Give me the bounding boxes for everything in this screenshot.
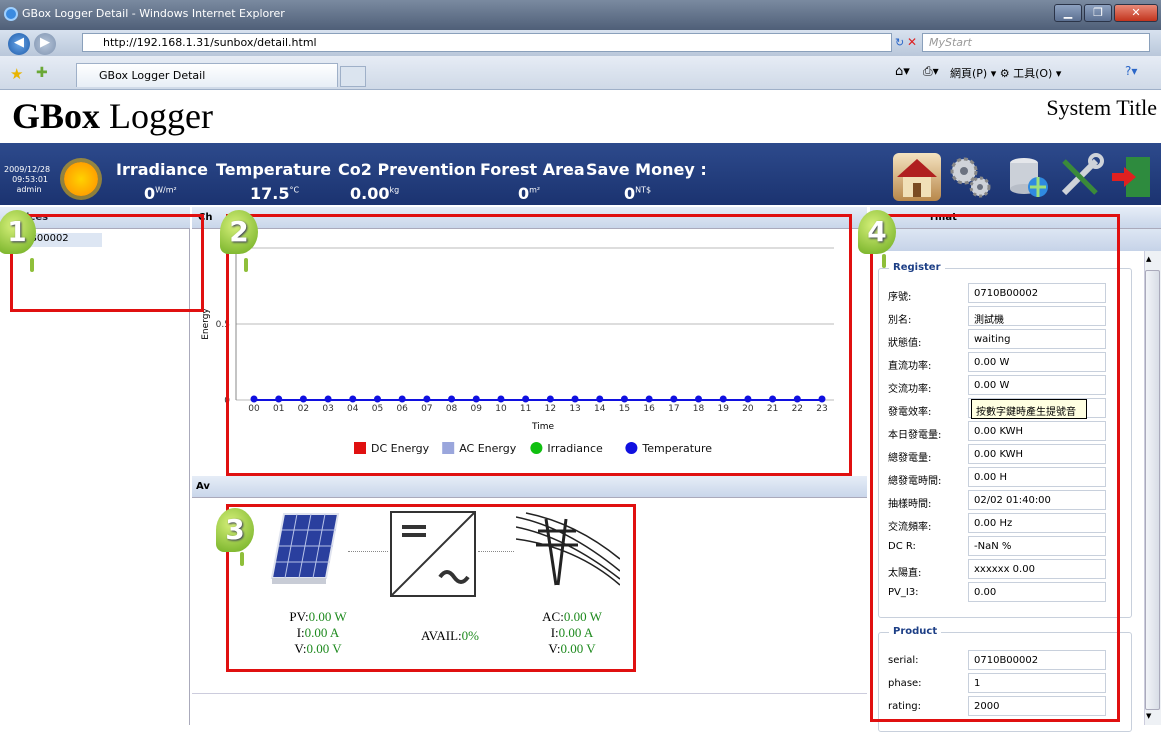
home-icon[interactable]: ⌂▾ [895,64,910,79]
time-text: 09:53:01 [12,175,48,184]
scroll-up-icon[interactable]: ▲ [1146,255,1151,263]
marker-stem-3 [240,552,244,566]
ie-logo-icon [4,7,18,21]
search-input[interactable]: MyStart [922,33,1150,52]
help-icon[interactable]: ?▾ [1125,64,1137,78]
system-title: System Title [1046,95,1157,120]
user-text: admin [16,185,42,194]
metric-value-irradiance: 0W/m² [144,184,177,203]
status-header: 2009/12/28 09:53:01 admin Irradiance 0W/… [0,143,1161,205]
metric-label-forest: Forest Area [480,160,585,179]
minimize-button[interactable]: ▁ [1054,4,1082,22]
back-icon[interactable]: ◀ [8,33,30,55]
database-globe-icon[interactable] [1004,153,1052,201]
tools-icon[interactable] [1056,153,1104,201]
window-title: GBox Logger Detail - Windows Internet Ex… [22,7,285,20]
app-logo: GBox Logger [12,96,213,136]
browser-tab-active[interactable]: GBox Logger Detail [76,63,338,87]
annotation-box-avail [226,504,636,672]
stop-icon[interactable]: ✕ [907,35,917,49]
annotation-box-devices [10,214,204,312]
window-titlebar: GBox Logger Detail - Windows Internet Ex… [0,0,1161,30]
print-icon[interactable]: ⎙▾ [923,64,939,79]
settings-gears-icon[interactable] [946,153,994,201]
tab-bar: ★ ✚ GBox Logger Detail ⌂▾ ⎙▾ 網頁(P) ▾ ⚙ 工… [0,56,1161,90]
page-menu[interactable]: 網頁(P) ▾ ⚙ 工具(O) ▾ [950,65,1061,81]
marker-leaf-2: 2 [220,210,258,254]
new-tab-button[interactable] [340,66,366,87]
address-input[interactable]: http://192.168.1.31/sunbox/detail.html [82,33,892,52]
date-text: 2009/12/28 [4,165,51,174]
scroll-down-icon[interactable]: ▼ [1146,712,1151,720]
scrollbar-thumb[interactable] [1145,270,1160,710]
sun-icon [64,162,98,196]
logout-icon[interactable] [1108,153,1156,201]
marker-leaf-4: 4 [858,210,896,254]
metric-label-money: Save Money : [586,160,707,179]
forward-icon[interactable]: ▶ [34,33,56,55]
close-button[interactable]: ✕ [1114,4,1158,22]
marker-stem-1 [30,258,34,272]
tab-title: GBox Logger Detail [99,69,206,82]
avail-panel-heading: Av [192,476,867,498]
annotation-box-chart [226,214,852,476]
y-axis-label: Energy [201,308,211,340]
restore-button[interactable]: ❐ [1084,4,1112,22]
address-toolbar: ◀ ▶ http://192.168.1.31/sunbox/detail.ht… [0,30,1161,56]
refresh-icon[interactable]: ↻ [895,36,904,49]
datetime: 2009/12/28 09:53:01 admin [4,165,51,195]
metric-label-co2: Co2 Prevention [338,160,477,179]
home-icon[interactable] [893,153,941,201]
favorites-star-icon[interactable]: ★ [10,65,23,83]
annotation-box-info [870,214,1120,722]
metric-label-irradiance: Irradiance [116,160,208,179]
metric-value-money: 0NT$ [624,184,652,203]
add-favorite-icon[interactable]: ✚ [36,65,48,81]
metric-value-co2: 0.00kg [350,184,400,203]
metric-value-temperature: 17.5°C [250,184,300,203]
marker-stem-4 [882,254,886,268]
metric-label-temperature: Temperature [216,160,332,179]
marker-stem-2 [244,258,248,272]
metric-value-forest: 0m² [518,184,541,203]
marker-leaf-3: 3 [216,508,254,552]
